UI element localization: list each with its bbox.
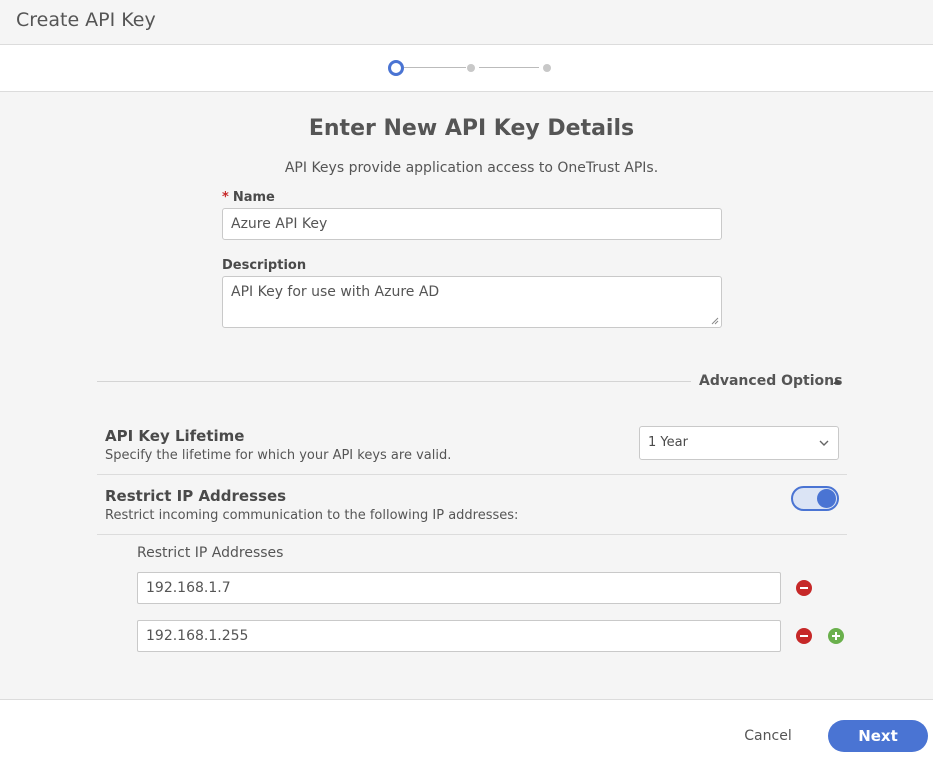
remove-ip-icon[interactable] [796,628,812,644]
chevron-down-icon [819,440,829,446]
step-3-indicator [543,64,551,72]
restrict-ip-toggle[interactable] [791,486,839,511]
name-label-text: Name [232,190,275,205]
form-title: Enter New API Key Details [308,116,635,141]
ip-address-value: 192.168.1.255 [146,628,249,644]
ip-address-input[interactable]: 192.168.1.7 [137,572,781,604]
name-label: * Name [222,190,275,205]
caret-up-icon[interactable] [833,379,841,384]
step-1-active-indicator [388,60,404,76]
advanced-options-toggle[interactable]: Advanced Options [699,373,842,389]
step-connector [404,67,466,68]
lifetime-select-value: 1 Year [648,435,688,450]
stepper [0,45,933,92]
advanced-divider [97,381,691,382]
option-divider [97,474,847,475]
toggle-knob [817,489,836,508]
resize-grip-icon[interactable] [711,317,719,325]
ip-address-input[interactable]: 192.168.1.255 [137,620,781,652]
lifetime-title: API Key Lifetime [105,427,245,445]
next-button[interactable]: Next [828,720,928,752]
ip-list-label: Restrict IP Addresses [137,545,284,561]
step-2-indicator [467,64,475,72]
description-label: Description [222,258,307,273]
restrict-ip-title: Restrict IP Addresses [105,487,287,505]
lifetime-select[interactable]: 1 Year [639,426,839,460]
description-textarea[interactable]: API Key for use with Azure AD [222,276,722,328]
step-connector [479,67,539,68]
description-textarea-value: API Key for use with Azure AD [231,284,440,300]
name-input[interactable]: Azure API Key [222,208,722,240]
add-ip-icon[interactable] [828,628,844,644]
ip-address-value: 192.168.1.7 [146,580,231,596]
form-subtitle: API Keys provide application access to O… [284,160,659,176]
option-divider [97,534,847,535]
form-body: Enter New API Key Details API Keys provi… [0,92,933,700]
cancel-button[interactable]: Cancel [726,724,810,748]
name-input-value: Azure API Key [231,216,328,232]
dialog-title: Create API Key [16,9,156,31]
dialog-header: Create API Key [0,0,933,45]
restrict-ip-description: Restrict incoming communication to the f… [105,508,519,523]
lifetime-description: Specify the lifetime for which your API … [105,448,452,463]
required-marker: * [222,190,229,205]
remove-ip-icon[interactable] [796,580,812,596]
